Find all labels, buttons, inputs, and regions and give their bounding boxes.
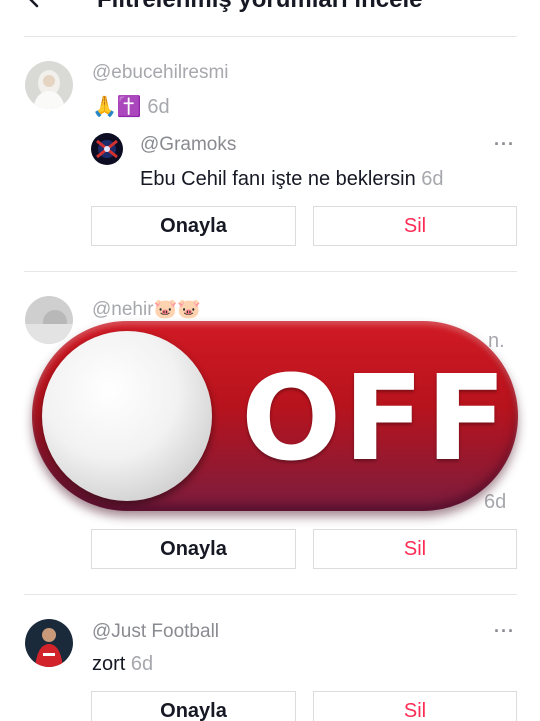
- comment-emoji: 🙏✝️: [92, 96, 142, 118]
- comment-time: 6d: [130, 653, 154, 675]
- divider: [24, 271, 517, 272]
- comment-username[interactable]: @Just Football: [92, 621, 219, 643]
- avatar[interactable]: [25, 619, 73, 667]
- reply-avatar[interactable]: [91, 133, 123, 165]
- comment-time: 6d: [147, 96, 170, 118]
- off-toggle-overlay: OFF: [32, 321, 518, 511]
- delete-button[interactable]: Sil: [313, 691, 517, 721]
- more-dots-icon[interactable]: ···: [494, 134, 515, 155]
- toggle-label: OFF: [241, 349, 509, 487]
- avatar[interactable]: [25, 61, 73, 109]
- back-button[interactable]: [22, 0, 46, 10]
- comment-username[interactable]: @nehir🐷🐷: [92, 297, 201, 321]
- approve-button[interactable]: Onayla: [91, 529, 296, 569]
- comment-text: 🙏✝️ 6d: [92, 94, 170, 119]
- reply-username[interactable]: @Gramoks: [140, 134, 236, 156]
- toggle-knob: [42, 331, 212, 501]
- comment-text-body: zort: [92, 653, 126, 675]
- approve-button[interactable]: Onayla: [91, 691, 296, 721]
- avatar[interactable]: [25, 296, 73, 344]
- reply-text-body: Ebu Cehil fanı işte ne beklersin: [140, 168, 416, 190]
- reply-time: 6d: [421, 168, 444, 190]
- divider: [24, 594, 517, 595]
- page-title: Filtrelenmiş yorumları incele: [97, 0, 422, 14]
- more-dots-icon[interactable]: ···: [494, 621, 515, 642]
- reply-text: Ebu Cehil fanı işte ne beklersin 6d: [140, 168, 444, 191]
- comment-text: zort 6d: [92, 653, 153, 676]
- delete-button[interactable]: Sil: [313, 206, 517, 246]
- header-divider: [24, 36, 517, 37]
- chevron-left-icon: [29, 0, 39, 8]
- approve-button[interactable]: Onayla: [91, 206, 296, 246]
- comment-time: 6d: [484, 491, 507, 513]
- delete-button[interactable]: Sil: [313, 529, 517, 569]
- comment-username[interactable]: @ebucehilresmi: [92, 62, 229, 84]
